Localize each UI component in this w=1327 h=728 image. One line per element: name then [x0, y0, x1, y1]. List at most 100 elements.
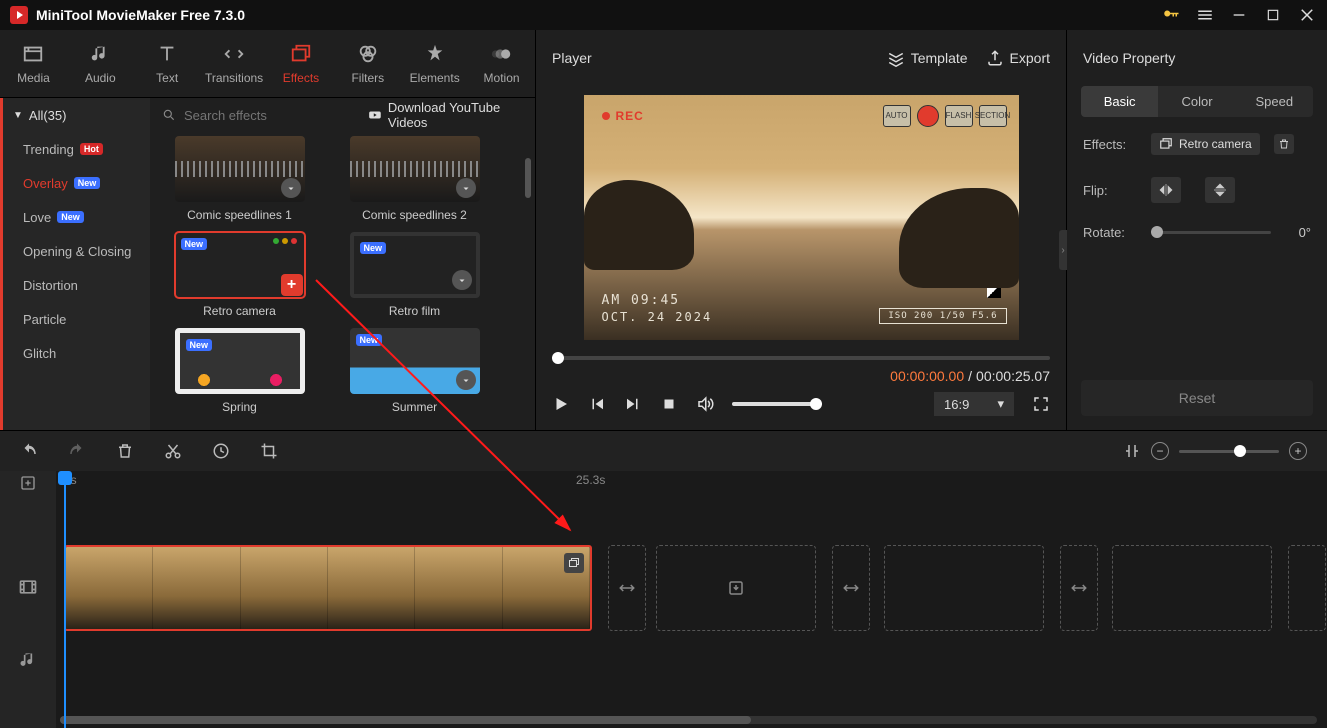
effect-card: NewRetro film	[337, 232, 492, 318]
export-button[interactable]: Export	[986, 49, 1050, 67]
fit-timeline-button[interactable]	[1123, 442, 1141, 460]
props-tab-speed[interactable]: Speed	[1236, 86, 1313, 117]
download-icon[interactable]	[456, 370, 476, 390]
minimize-icon[interactable]	[1229, 5, 1249, 25]
menu-icon[interactable]	[1195, 5, 1215, 25]
volume-button[interactable]	[696, 395, 714, 413]
player-title: Player	[552, 50, 592, 66]
download-icon[interactable]	[452, 270, 472, 290]
download-youtube-link[interactable]: Download YouTube Videos	[368, 100, 523, 130]
next-button[interactable]	[624, 395, 642, 413]
reset-button[interactable]: Reset	[1081, 380, 1313, 416]
download-icon[interactable]	[456, 178, 476, 198]
speed-button[interactable]	[212, 442, 230, 460]
transition-slot[interactable]	[608, 545, 646, 631]
export-icon	[986, 49, 1004, 67]
close-icon[interactable]	[1297, 5, 1317, 25]
cut-button[interactable]	[164, 442, 182, 460]
category-trending[interactable]: TrendingHot	[3, 132, 150, 166]
tab-text[interactable]: Text	[134, 36, 201, 91]
flip-label: Flip:	[1083, 183, 1141, 198]
timeline-ruler[interactable]: 0s 25.3s	[56, 471, 1327, 495]
effect-card: New+Retro camera	[162, 232, 317, 318]
timeline-scrollbar[interactable]	[60, 716, 1317, 724]
preview-area: REC AUTO FLASH SECTION AM 09:45 OCT. 24 …	[536, 86, 1066, 348]
transition-slot[interactable]	[1060, 545, 1098, 631]
crop-button[interactable]	[260, 442, 278, 460]
play-button[interactable]	[552, 395, 570, 413]
trash-icon	[1278, 138, 1290, 150]
aspect-select[interactable]: 16:9 ▾	[934, 392, 1014, 416]
playhead[interactable]	[64, 471, 66, 728]
delete-effect-button[interactable]	[1274, 134, 1294, 154]
titlebar: MiniTool MovieMaker Free 7.3.0	[0, 0, 1327, 30]
progress-bar[interactable]	[552, 356, 1050, 360]
rotate-value: 0°	[1281, 225, 1311, 240]
time-sep: /	[968, 368, 972, 384]
video-track-icon	[0, 539, 56, 635]
effect-thumb[interactable]: New+	[175, 232, 305, 298]
rotate-slider[interactable]	[1151, 231, 1271, 234]
category-overlay[interactable]: OverlayNew	[3, 166, 150, 200]
prev-button[interactable]	[588, 395, 606, 413]
zoom-out-button[interactable]: −	[1151, 442, 1169, 460]
add-track-button[interactable]	[0, 471, 56, 495]
delete-button[interactable]	[116, 442, 134, 460]
preview-frame[interactable]: REC AUTO FLASH SECTION AM 09:45 OCT. 24 …	[584, 95, 1019, 340]
undo-button[interactable]	[20, 442, 38, 460]
zoom-in-button[interactable]: +	[1289, 442, 1307, 460]
effect-chip[interactable]: Retro camera	[1151, 133, 1260, 155]
tab-motion[interactable]: Motion	[468, 36, 535, 91]
empty-clip-slot[interactable]	[884, 545, 1044, 631]
props-tab-basic[interactable]: Basic	[1081, 86, 1158, 117]
audio-track[interactable]	[56, 639, 1327, 693]
key-icon[interactable]	[1161, 5, 1181, 25]
video-clip[interactable]	[64, 545, 592, 631]
empty-clip-slot[interactable]	[656, 545, 816, 631]
flip-horizontal-button[interactable]	[1151, 177, 1181, 203]
gallery-scrollbar[interactable]	[525, 158, 531, 198]
search-input[interactable]	[184, 108, 360, 123]
effect-thumb[interactable]: New	[350, 328, 480, 394]
transition-slot[interactable]	[1288, 545, 1326, 631]
effect-thumb[interactable]: New	[350, 232, 480, 298]
download-icon[interactable]	[281, 178, 301, 198]
zoom-slider[interactable]	[1179, 450, 1279, 453]
category-distortion[interactable]: Distortion	[3, 268, 150, 302]
transition-slot[interactable]	[832, 545, 870, 631]
effect-thumb[interactable]	[350, 136, 480, 202]
tab-audio[interactable]: Audio	[67, 36, 134, 91]
tab-filters[interactable]: Filters	[334, 36, 401, 91]
collapse-props-button[interactable]: ›	[1059, 230, 1067, 270]
maximize-icon[interactable]	[1263, 5, 1283, 25]
effect-thumb[interactable]: New	[175, 328, 305, 394]
redo-button[interactable]	[68, 442, 86, 460]
flip-vertical-button[interactable]	[1205, 177, 1235, 203]
props-title: Video Property	[1067, 30, 1327, 86]
category-sidebar: ▼ All(35) TrendingHotOverlayNewLoveNewOp…	[0, 98, 150, 430]
stop-button[interactable]	[660, 395, 678, 413]
rotate-label: Rotate:	[1083, 225, 1141, 240]
category-love[interactable]: LoveNew	[3, 200, 150, 234]
tab-transitions[interactable]: Transitions	[201, 36, 268, 91]
tab-elements[interactable]: Elements	[401, 36, 468, 91]
effect-thumb[interactable]	[175, 136, 305, 202]
overlay-time: AM 09:45	[602, 293, 681, 308]
tab-effects[interactable]: Effects	[268, 36, 335, 91]
add-effect-button[interactable]: +	[281, 274, 303, 296]
clip-effect-badge[interactable]	[564, 553, 584, 573]
video-track[interactable]	[56, 545, 1327, 633]
overlay-date: OCT. 24 2024	[602, 310, 713, 324]
effects-track[interactable]	[56, 503, 1327, 543]
category-particle[interactable]: Particle	[3, 302, 150, 336]
fullscreen-button[interactable]	[1032, 395, 1050, 413]
props-tab-color[interactable]: Color	[1158, 86, 1235, 117]
tab-media[interactable]: Media	[0, 36, 67, 91]
category-opening-closing[interactable]: Opening & Closing	[3, 234, 150, 268]
empty-clip-slot[interactable]	[1112, 545, 1272, 631]
volume-slider[interactable]	[732, 402, 822, 406]
effects-label: Effects:	[1083, 137, 1141, 152]
template-button[interactable]: Template	[887, 49, 968, 67]
category-glitch[interactable]: Glitch	[3, 336, 150, 370]
category-all[interactable]: ▼ All(35)	[3, 98, 150, 132]
